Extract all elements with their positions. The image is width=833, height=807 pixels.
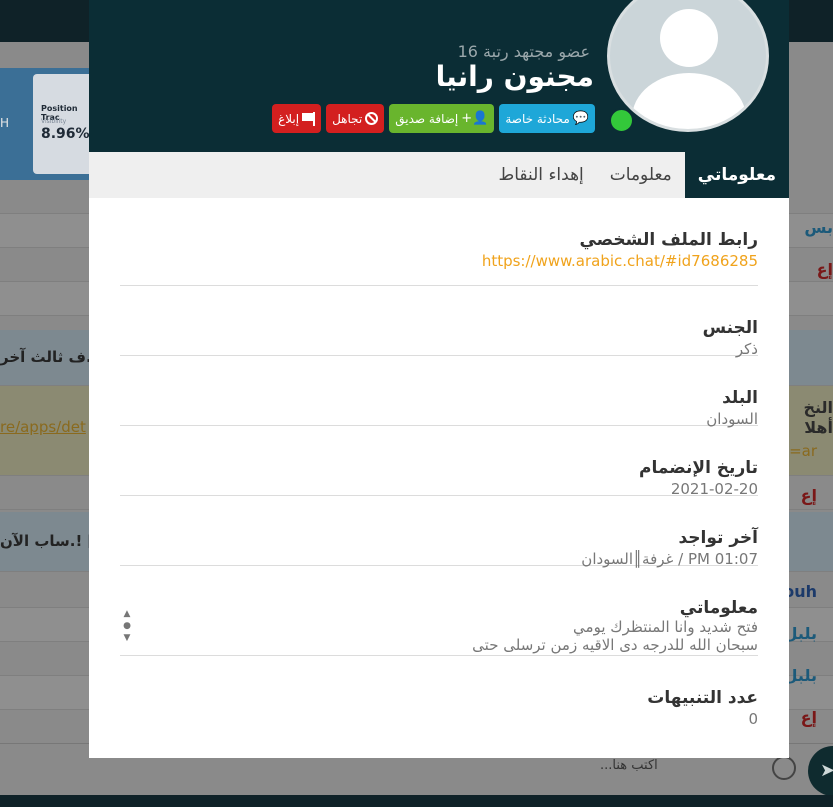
ignore-label: تجاهل [332, 111, 363, 126]
report-label: إبلاغ [278, 111, 300, 126]
field-joined: تاريخ الإنضمام 2021-02-20 [120, 426, 758, 498]
tab-gift-points[interactable]: إهداء النقاط [486, 152, 597, 198]
profile-header: عضو مجتهد رتبة 16 مجنون رانيا 💬 محادثة خ… [89, 0, 789, 152]
chat-snippet: ساب الآن.! [ [0, 532, 95, 550]
user-rank: عضو مجتهد رتبة 16 [457, 42, 590, 61]
online-status-dot [609, 108, 634, 133]
field-label: الجنس [702, 318, 758, 338]
field-warnings: عدد التنبيهات 0 [120, 656, 758, 728]
profile-link[interactable]: https://www.arabic.chat/#id7686285 [120, 252, 758, 270]
send-icon: ➤ [820, 760, 833, 781]
report-button[interactable]: إبلاغ [272, 104, 322, 133]
side-name: إع [800, 708, 817, 727]
profile-modal: عضو مجتهد رتبة 16 مجنون رانيا 💬 محادثة خ… [89, 0, 789, 758]
field-last-seen: آخر تواجد 01:07 PM / غرفة║السودان [120, 496, 758, 568]
ad-banner: H Position Trac Visibility 8.96% [0, 68, 95, 180]
about-line-1: فتح شديد وانا المنتظرك يومي [573, 618, 758, 636]
side-name: =ar [789, 442, 817, 460]
profile-actions: 💬 محادثة خاصة 👤+ إضافة صديق تجاهل إبلاغ [272, 104, 595, 133]
field-profile-link: رابط الملف الشخصي https://www.arabic.cha… [120, 198, 758, 286]
banner-card: Position Trac Visibility 8.96% [33, 74, 95, 174]
field-label: رابط الملف الشخصي [579, 230, 758, 250]
flag-icon [302, 111, 316, 126]
field-label: عدد التنبيهات [647, 688, 758, 708]
chat-snippet: ف ثالث آخر.. [0, 348, 97, 366]
private-chat-label: محادثة خاصة [505, 111, 570, 126]
chat-link[interactable]: re/apps/det [0, 418, 86, 436]
field-label: معلوماتي [679, 598, 758, 618]
avatar-body [632, 73, 746, 129]
banner-edge-text: H [0, 116, 10, 130]
message-input[interactable]: اكتب هنا... [600, 758, 658, 773]
emoji-icon[interactable] [772, 756, 796, 780]
about-line-2: سبحان الله للدرجه دى الاقيه زمن ترسلى حت… [472, 636, 758, 654]
field-about: معلوماتي فتح شديد وانا المنتظرك يومي سبح… [120, 566, 758, 656]
ban-icon [365, 112, 379, 125]
side-name: أهلا [804, 418, 833, 437]
side-name: إع [816, 260, 833, 279]
comments-icon: 💬 [572, 111, 589, 126]
side-name: بس [804, 218, 833, 237]
banner-value: 8.96% [41, 126, 90, 142]
field-label: تاريخ الإنضمام [639, 458, 758, 478]
banner-subtitle: Visibility [41, 118, 67, 125]
scroll-arrows-icon[interactable]: ▲ ● ▼ [122, 608, 132, 644]
field-label: آخر تواجد [678, 528, 758, 548]
profile-fields: رابط الملف الشخصي https://www.arabic.cha… [120, 198, 758, 728]
side-name: النخ [803, 398, 833, 417]
field-gender: الجنس ذكر [120, 286, 758, 358]
profile-tabs: معلوماتي معلومات إهداء النقاط [89, 152, 789, 198]
tab-info[interactable]: معلومات [597, 152, 685, 198]
username: مجنون رانيا [435, 60, 594, 93]
field-country: البلد السودان [120, 356, 758, 428]
add-friend-button[interactable]: 👤+ إضافة صديق [389, 104, 495, 133]
ignore-button[interactable]: تجاهل [326, 104, 385, 133]
tab-my-info[interactable]: معلوماتي [684, 152, 789, 198]
field-label: البلد [722, 388, 758, 408]
send-button[interactable]: ➤ [808, 746, 833, 796]
side-name: إع [800, 486, 817, 505]
add-friend-label: إضافة صديق [395, 111, 459, 126]
avatar-head [660, 9, 718, 67]
user-plus-icon: 👤+ [461, 111, 489, 126]
field-value: 0 [748, 710, 758, 728]
private-chat-button[interactable]: 💬 محادثة خاصة [499, 104, 595, 133]
footer-bar [0, 795, 833, 807]
